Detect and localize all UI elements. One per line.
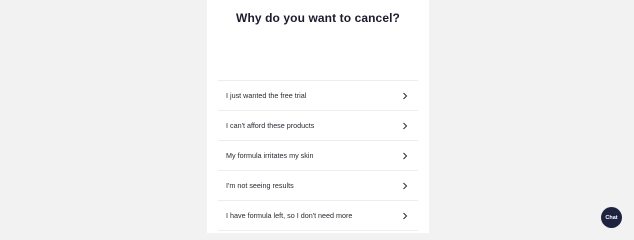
reason-option-free-trial[interactable]: I just wanted the free trial xyxy=(218,81,418,111)
page-title: Why do you want to cancel? xyxy=(236,11,400,25)
chevron-right-icon xyxy=(403,152,408,159)
reason-option-cant-afford[interactable]: I can't afford these products xyxy=(218,111,418,141)
reason-option-label: I just wanted the free trial xyxy=(226,91,307,100)
reason-option-formula-left[interactable]: I have formula left, so I don't need mor… xyxy=(218,201,418,231)
reason-option-label: I have formula left, so I don't need mor… xyxy=(226,211,353,220)
chat-button[interactable]: Chat xyxy=(601,207,622,228)
page: Why do you want to cancel? I just wanted… xyxy=(0,0,634,233)
cancel-reason-card: Why do you want to cancel? I just wanted… xyxy=(207,0,429,233)
chevron-right-icon xyxy=(403,212,408,219)
chevron-right-icon xyxy=(403,122,408,129)
reason-list: I just wanted the free trial I can't aff… xyxy=(218,80,418,231)
reason-option-label: I can't afford these products xyxy=(226,121,315,130)
chat-button-label: Chat xyxy=(605,214,618,221)
chevron-right-icon xyxy=(403,92,408,99)
reason-option-no-results[interactable]: I'm not seeing results xyxy=(218,171,418,201)
reason-option-irritates-skin[interactable]: My formula irritates my skin xyxy=(218,141,418,171)
reason-option-label: I'm not seeing results xyxy=(226,181,294,190)
reason-option-label: My formula irritates my skin xyxy=(226,151,314,160)
chevron-right-icon xyxy=(403,182,408,189)
